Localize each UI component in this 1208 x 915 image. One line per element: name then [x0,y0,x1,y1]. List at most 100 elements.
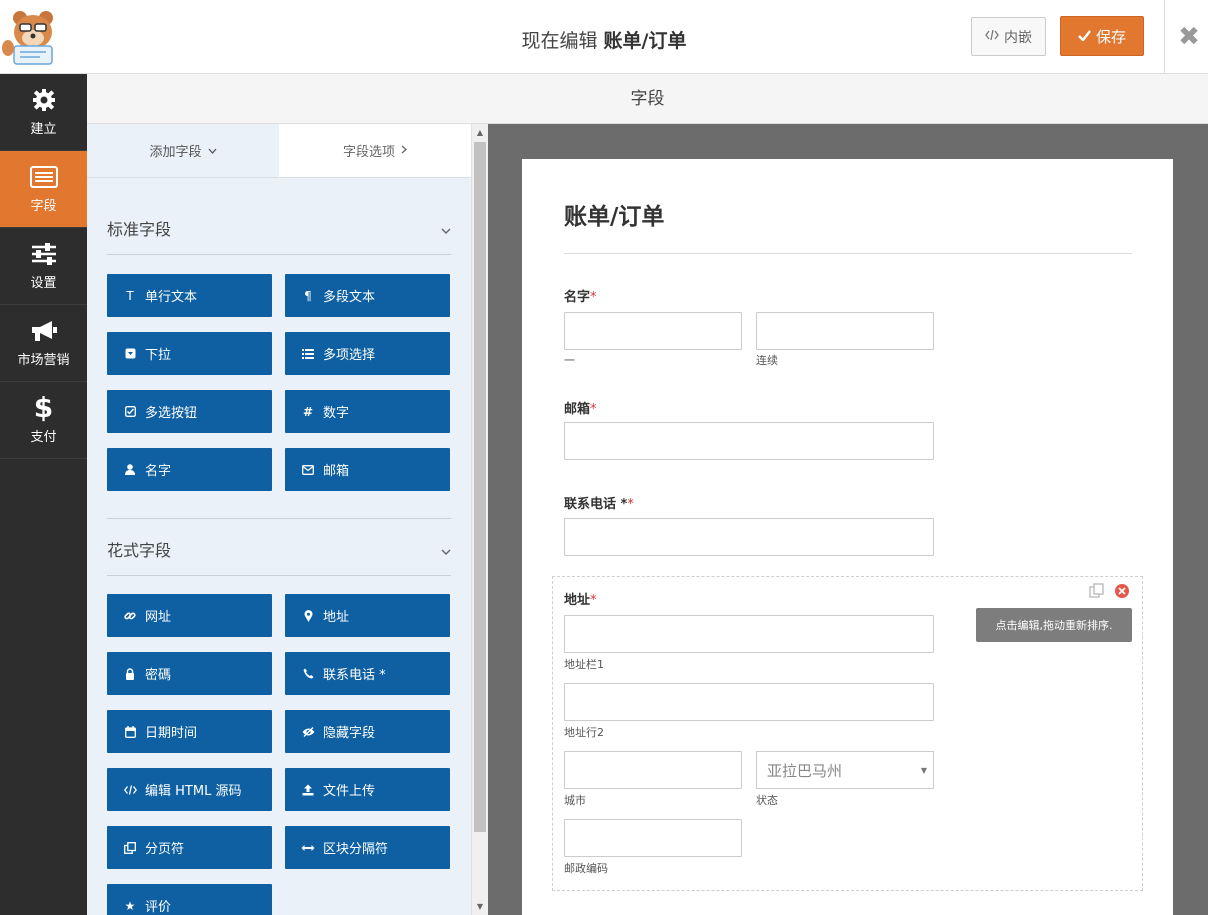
field-button-label: 多段文本 [323,290,376,305]
copy-pages-icon [123,841,137,854]
field-button-file-upload[interactable]: 文件上传 [285,768,450,811]
field-button-dropdown[interactable]: 下拉 [107,332,272,375]
dropdown-icon [123,348,137,359]
dollar-icon: $ [33,390,54,424]
hash-icon: # [302,404,314,419]
left-navigation: 建立 字段 设置 市场营销 $ 支付 [0,74,87,915]
zip-input[interactable] [564,819,742,857]
scroll-up-arrow-icon[interactable]: ▲ [475,128,485,137]
arrows-h-icon [301,844,315,852]
field-button-rating[interactable]: ★ 评价 [107,884,272,915]
list-icon [301,348,315,359]
scroll-down-arrow-icon[interactable]: ▼ [475,902,485,911]
field-button-paragraph-text[interactable]: ¶ 多段文本 [285,274,450,317]
field-button-label: 隐藏字段 [323,726,376,741]
name-first-input[interactable] [564,312,742,350]
sliders-icon [31,242,57,266]
chevron-down-icon [441,219,451,238]
address-field-label: 地址* [564,589,597,608]
field-button-page-break[interactable]: 分页符 [107,826,272,869]
email-label-text: 邮箱 [564,402,591,417]
field-button-html[interactable]: 编辑 HTML 源码 [107,768,272,811]
field-button-password[interactable]: 密碼 [107,652,272,695]
field-button-name[interactable]: 名字 [107,448,272,491]
field-button-multiple-choice[interactable]: 多项选择 [285,332,450,375]
address-line2-input[interactable] [564,683,934,721]
field-button-phone[interactable]: 联系电话 * [285,652,450,695]
wpforms-bear-logo [0,8,66,66]
field-button-single-line-text[interactable]: T 单行文本 [107,274,272,317]
field-button-label: 单行文本 [145,290,198,305]
save-label: 保存 [1095,27,1126,46]
fancy-fields-header[interactable]: 花式字段 [107,518,451,576]
field-button-checkboxes[interactable]: 多选按钮 [107,390,272,433]
save-button[interactable]: 保存 [1060,16,1144,56]
duplicate-field-icon[interactable] [1089,583,1105,599]
upload-icon [301,784,315,796]
phone-label-text: 联系电话 * [564,497,628,512]
field-button-label: 分页符 [145,842,185,857]
city-input[interactable] [564,751,742,789]
map-pin-icon [301,609,315,622]
title-form-name: 账单/订单 [603,30,687,52]
phone-input[interactable] [564,518,934,556]
lock-icon [123,667,137,680]
field-button-label: 区块分隔符 [323,842,389,857]
field-button-address[interactable]: 地址 [285,594,450,637]
form-title: 账单/订单 [564,204,665,230]
fancy-fields-title: 花式字段 [107,541,172,560]
field-button-email[interactable]: 邮箱 [285,448,450,491]
standard-fields-title: 标准字段 [107,220,172,239]
field-button-label: 网址 [145,610,172,625]
state-selected-value: 亚拉巴马州 [767,761,843,780]
field-button-label: 联系电话 * [323,668,386,683]
name-last-sublabel: 连续 [756,354,778,367]
panel-header: 字段 [87,74,1208,124]
phone-icon [301,668,315,679]
field-button-label: 多项选择 [323,348,376,363]
embed-button[interactable]: 内嵌 [971,17,1046,56]
field-button-label: 邮箱 [323,464,350,479]
field-button-section-divider[interactable]: 区块分隔符 [285,826,450,869]
code-icon [123,784,137,795]
title-prefix: 现在编辑 [521,30,598,52]
nav-item-fields[interactable]: 字段 [0,151,87,228]
field-button-date-time[interactable]: 日期时间 [107,710,272,753]
tab-field-options[interactable]: 字段选项 [279,124,471,177]
address-line1-input[interactable] [564,615,934,653]
field-button-label: 数字 [323,406,350,421]
chevron-down-icon [208,143,217,158]
nav-item-marketing[interactable]: 市场营销 [0,305,87,382]
close-icon[interactable]: ✖ [1174,22,1204,52]
tab-field-options-label: 字段选项 [342,145,395,160]
sidebar-tabs: 添加字段 字段选项 [87,124,471,178]
nav-label-marketing: 市场营销 [17,352,70,368]
name-field-label: 名字* [564,286,597,305]
field-button-label: 密碼 [145,668,172,683]
standard-fields-header[interactable]: 标准字段 [107,216,451,255]
form-title-divider [564,253,1132,254]
state-select[interactable]: 亚拉巴马州 ▼ [756,751,934,789]
nav-item-settings[interactable]: 设置 [0,228,87,305]
field-button-number[interactable]: # 数字 [285,390,450,433]
tab-add-fields[interactable]: 添加字段 [87,124,279,177]
field-button-label: 日期时间 [145,726,198,741]
link-icon [123,610,137,622]
required-asterisk: * [627,497,634,512]
tab-add-fields-label: 添加字段 [149,145,202,160]
scrollbar-thumb[interactable] [474,142,486,832]
field-button-hidden-field[interactable]: 隐藏字段 [285,710,450,753]
field-button-website[interactable]: 网址 [107,594,272,637]
email-input[interactable] [564,422,934,460]
nav-item-setup[interactable]: 建立 [0,74,87,151]
close-separator [1164,0,1165,74]
phone-field-label: 联系电话 ** [564,493,634,512]
form-preview-area: 账单/订单 名字* 一 连续 邮箱* 联系电话 ** 点击编辑,拖动重新排序. [488,124,1208,915]
star-icon: ★ [124,898,136,913]
sidebar-scrollbar[interactable]: ▲ ▼ [471,124,488,915]
name-last-input[interactable] [756,312,934,350]
delete-field-icon[interactable] [1114,583,1130,599]
paragraph-icon: ¶ [304,288,312,303]
field-button-label: 名字 [145,464,172,479]
nav-item-payments[interactable]: $ 支付 [0,382,87,459]
